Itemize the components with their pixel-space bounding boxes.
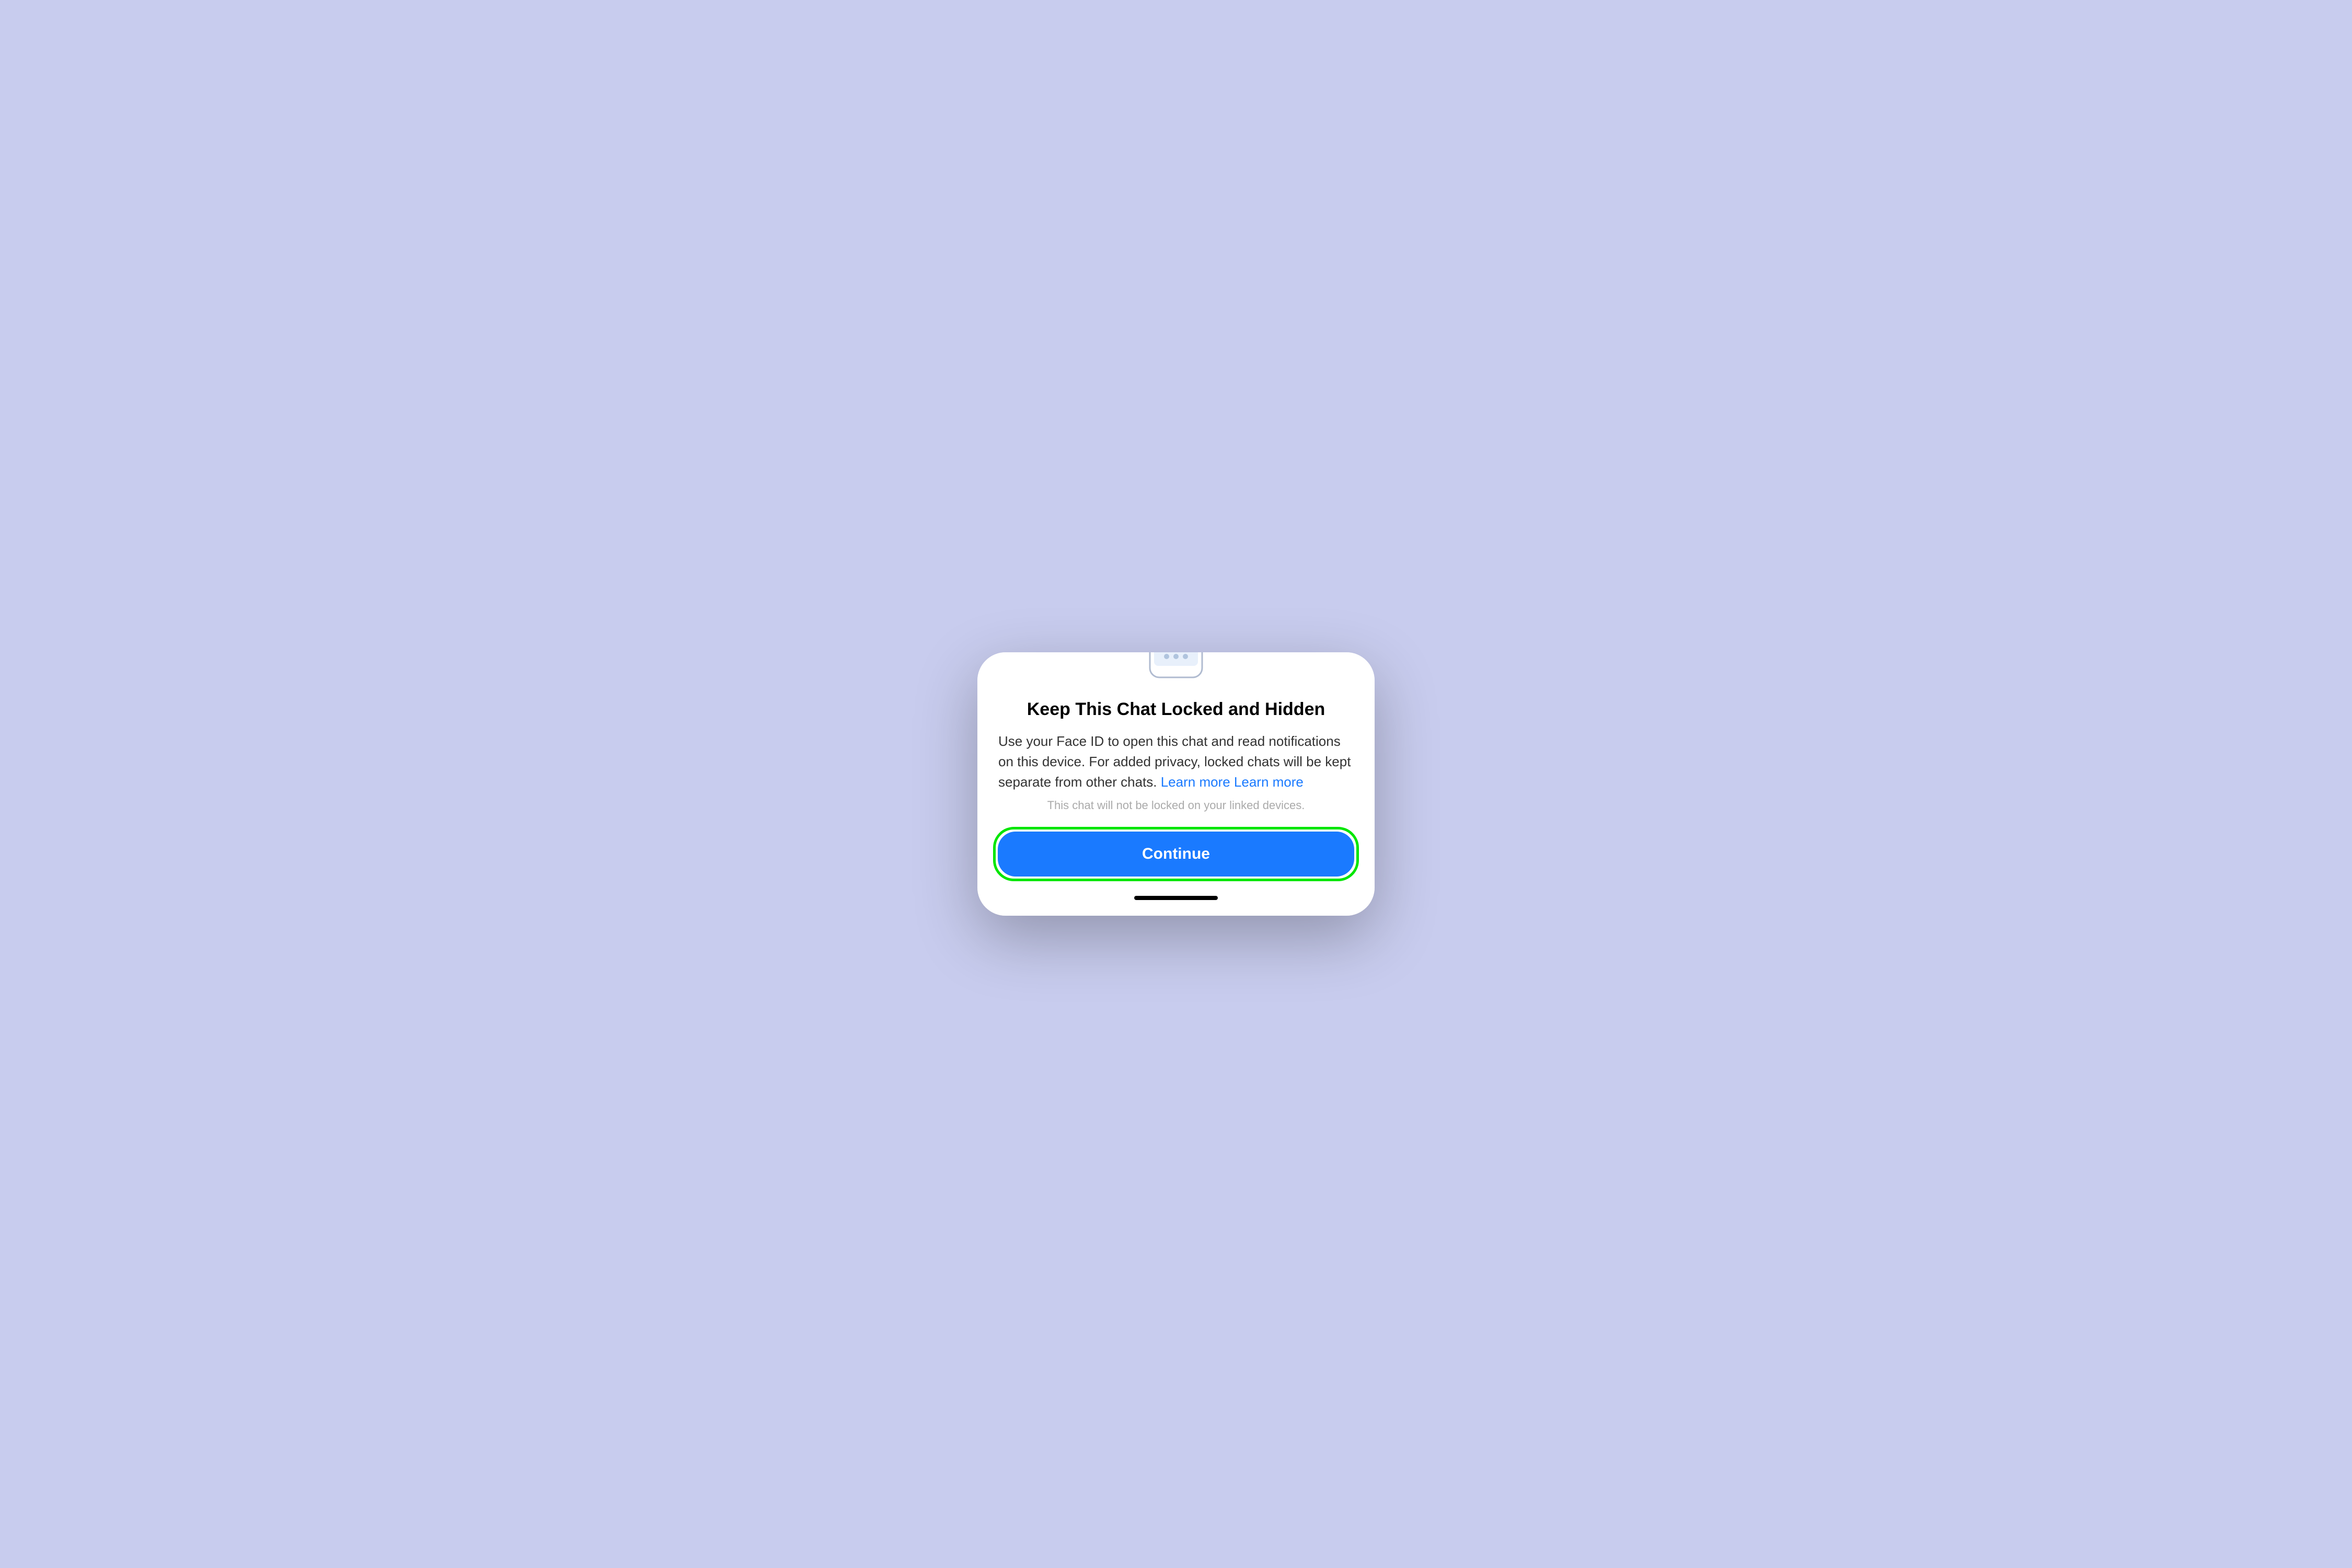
continue-button[interactable]: Continue: [998, 832, 1354, 877]
modal-sheet: ✕: [977, 652, 1375, 916]
home-indicator: [1134, 896, 1218, 900]
continue-btn-wrapper: Continue: [977, 827, 1375, 890]
content-area: LM 2 Apr 2018 Media, Links, and Docs 3,6…: [977, 800, 1375, 916]
learn-more-link[interactable]: Learn more: [1161, 774, 1230, 790]
phone-illustration: [1139, 652, 1213, 685]
modal-illustration: [977, 652, 1375, 698]
learn-more-text[interactable]: Learn more: [1234, 774, 1304, 790]
phone-frame: 10:17 87: [977, 652, 1375, 916]
modal-note: This chat will not be locked on your lin…: [977, 799, 1375, 827]
continue-btn-highlight: Continue: [993, 827, 1359, 881]
modal-description: Use your Face ID to open this chat and r…: [977, 731, 1375, 799]
modal-title: Keep This Chat Locked and Hidden: [977, 698, 1375, 731]
